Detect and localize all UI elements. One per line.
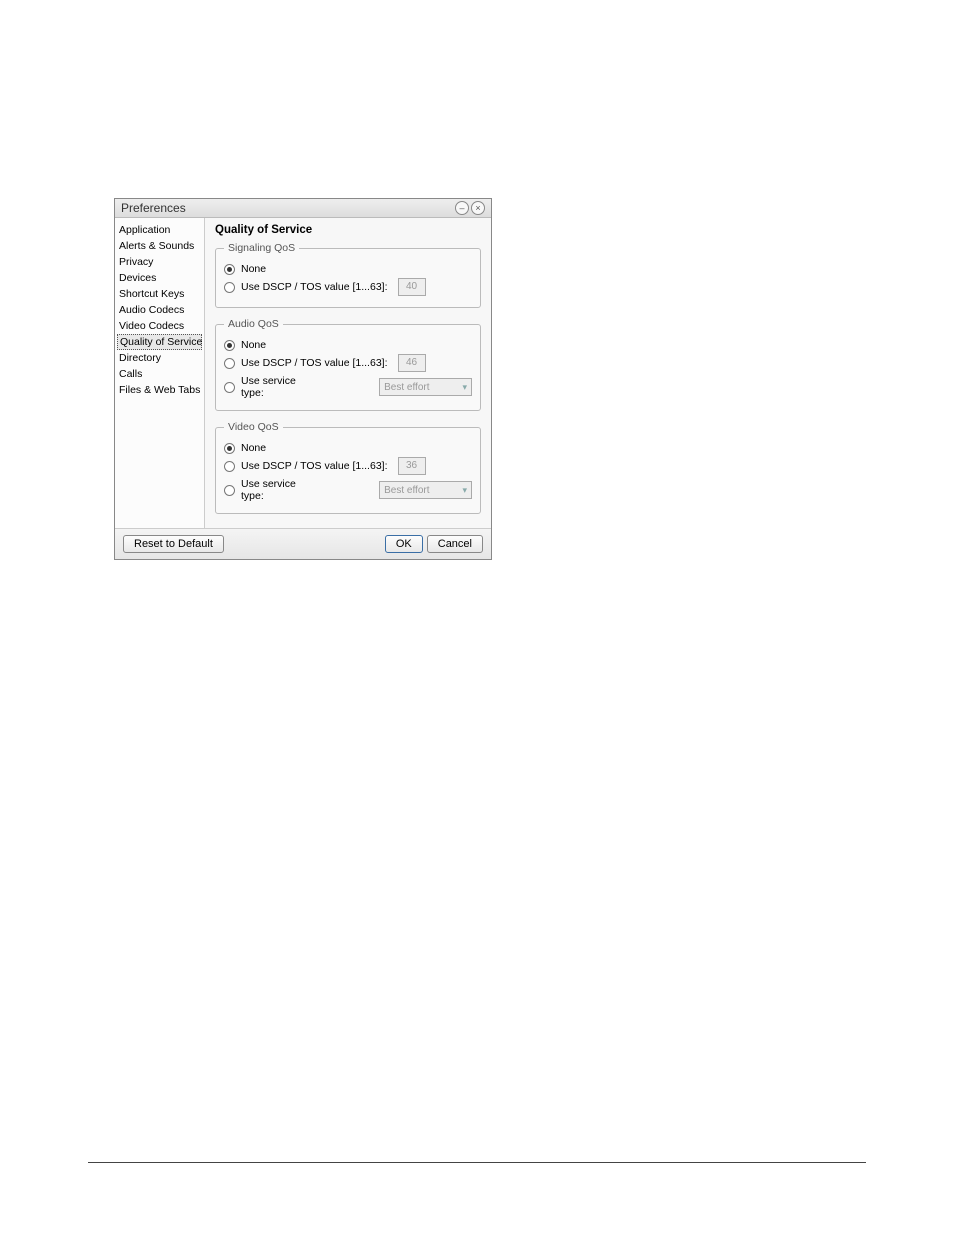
titlebar-title: Preferences [121,201,455,215]
minimize-icon[interactable]: – [455,201,469,215]
audio-dscp-row[interactable]: Use DSCP / TOS value [1...63]: 46 [224,354,472,372]
audio-none-radio[interactable] [224,340,235,351]
sidebar-item-application[interactable]: Application [115,222,204,238]
sidebar-item-shortcut-keys[interactable]: Shortcut Keys [115,286,204,302]
audio-service-radio[interactable] [224,382,235,393]
sidebar-item-audio-codecs[interactable]: Audio Codecs [115,302,204,318]
audio-none-row[interactable]: None [224,339,472,351]
reset-to-default-button[interactable]: Reset to Default [123,535,224,553]
page-divider [88,1162,866,1163]
video-service-combo[interactable]: Best effort ▾ [379,481,472,499]
chevron-down-icon: ▾ [462,382,467,393]
signaling-none-row[interactable]: None [224,263,472,275]
sidebar-item-files-web-tabs[interactable]: Files & Web Tabs [115,382,204,398]
video-none-row[interactable]: None [224,442,472,454]
content-title: Quality of Service [215,224,481,236]
sidebar: Application Alerts & Sounds Privacy Devi… [115,218,205,528]
ok-button[interactable]: OK [385,535,423,553]
cancel-button[interactable]: Cancel [427,535,483,553]
audio-service-value: Best effort [384,382,429,393]
sidebar-item-calls[interactable]: Calls [115,366,204,382]
preferences-dialog: Preferences – × Application Alerts & Sou… [114,198,492,560]
signaling-none-radio[interactable] [224,264,235,275]
video-service-value: Best effort [384,485,429,496]
audio-service-label: Use service type: [241,375,315,399]
sidebar-item-quality-of-service[interactable]: Quality of Service [117,334,202,350]
close-icon[interactable]: × [471,201,485,215]
sidebar-item-privacy[interactable]: Privacy [115,254,204,270]
video-qos-legend: Video QoS [224,421,283,433]
signaling-qos-group: Signaling QoS None Use DSCP / TOS value … [215,242,481,308]
video-none-radio[interactable] [224,443,235,454]
audio-dscp-radio[interactable] [224,358,235,369]
signaling-dscp-row[interactable]: Use DSCP / TOS value [1...63]: 40 [224,278,472,296]
video-qos-group: Video QoS None Use DSCP / TOS value [1..… [215,421,481,514]
video-service-radio[interactable] [224,485,235,496]
video-service-row[interactable]: Use service type: Best effort ▾ [224,478,472,502]
signaling-dscp-label: Use DSCP / TOS value [1...63]: [241,281,388,293]
titlebar: Preferences – × [115,199,491,218]
signaling-qos-legend: Signaling QoS [224,242,299,254]
audio-service-row[interactable]: Use service type: Best effort ▾ [224,375,472,399]
video-service-label: Use service type: [241,478,315,502]
video-dscp-radio[interactable] [224,461,235,472]
audio-dscp-label: Use DSCP / TOS value [1...63]: [241,357,388,369]
content-panel: Quality of Service Signaling QoS None Us… [205,218,491,528]
audio-qos-group: Audio QoS None Use DSCP / TOS value [1..… [215,318,481,411]
signaling-none-label: None [241,263,266,275]
audio-dscp-value[interactable]: 46 [398,354,426,372]
signaling-dscp-radio[interactable] [224,282,235,293]
signaling-dscp-value[interactable]: 40 [398,278,426,296]
sidebar-item-video-codecs[interactable]: Video Codecs [115,318,204,334]
video-dscp-value[interactable]: 36 [398,457,426,475]
audio-qos-legend: Audio QoS [224,318,283,330]
sidebar-item-directory[interactable]: Directory [115,350,204,366]
titlebar-controls: – × [455,201,485,215]
video-dscp-label: Use DSCP / TOS value [1...63]: [241,460,388,472]
sidebar-item-devices[interactable]: Devices [115,270,204,286]
dialog-footer: Reset to Default OK Cancel [115,528,491,559]
sidebar-item-alerts-sounds[interactable]: Alerts & Sounds [115,238,204,254]
dialog-body: Application Alerts & Sounds Privacy Devi… [115,218,491,528]
video-none-label: None [241,442,266,454]
chevron-down-icon: ▾ [462,485,467,496]
audio-none-label: None [241,339,266,351]
video-dscp-row[interactable]: Use DSCP / TOS value [1...63]: 36 [224,457,472,475]
audio-service-combo[interactable]: Best effort ▾ [379,378,472,396]
